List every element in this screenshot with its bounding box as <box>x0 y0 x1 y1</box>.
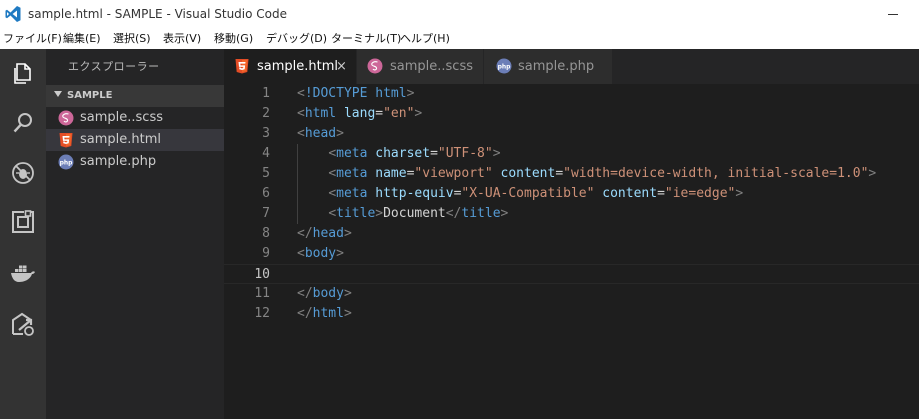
code-text: </head> <box>297 226 352 241</box>
code-text: <head> <box>297 126 344 141</box>
code-line[interactable]: 7 <title>Document</title> <box>224 204 919 224</box>
code-text: <meta http-equiv="X-UA-Compatible" conte… <box>328 186 744 201</box>
menu-file[interactable]: ファイル(F) <box>3 28 62 49</box>
window-title: sample.html - SAMPLE - Visual Studio Cod… <box>28 7 287 21</box>
line-number: 4 <box>262 146 270 161</box>
file-item-scss[interactable]: sample..scss <box>46 107 224 129</box>
editor-tab-bar: sample.html × sample..scss php sample.ph… <box>224 49 919 84</box>
svg-text:php: php <box>498 64 512 71</box>
chevron-down-icon <box>54 91 62 97</box>
minimize-button[interactable] <box>884 6 912 22</box>
html5-icon <box>235 59 249 74</box>
tab-sample-php[interactable]: php sample.php <box>484 49 612 84</box>
line-number: 12 <box>254 306 270 321</box>
code-text: <meta charset="UTF-8"> <box>328 146 501 161</box>
line-number: 2 <box>262 106 270 121</box>
activity-bar <box>0 49 46 419</box>
menu-help[interactable]: ヘルプ(H) <box>400 28 450 49</box>
code-text: </html> <box>297 306 352 321</box>
line-number: 10 <box>254 267 270 282</box>
code-text: </body> <box>297 286 352 301</box>
code-text: <html lang="en"> <box>297 106 423 121</box>
line-number: 1 <box>262 86 270 101</box>
html5-icon <box>59 133 73 148</box>
tab-label: sample..scss <box>390 59 473 74</box>
explorer-sidebar: エクスプローラー SAMPLE sample..scss sample.html… <box>46 49 224 419</box>
file-item-html[interactable]: sample.html <box>46 129 224 151</box>
code-editor[interactable]: 1 <!DOCTYPE html> 2 <html lang="en"> 3 <head>… <box>224 84 919 419</box>
menu-view[interactable]: 表示(V) <box>163 28 201 49</box>
line-number: 9 <box>262 246 270 261</box>
code-text: <body> <box>297 246 344 261</box>
file-label: sample.php <box>80 154 157 169</box>
code-line[interactable]: 10 <box>224 264 919 284</box>
explorer-header: エクスプローラー <box>68 60 160 73</box>
menu-debug[interactable]: デバッグ(D) <box>266 28 327 49</box>
code-line[interactable]: 11 </body> <box>224 284 919 304</box>
sass-icon <box>367 58 383 74</box>
code-line[interactable]: 1 <!DOCTYPE html> <box>224 84 919 104</box>
code-line[interactable]: 12 </html> <box>224 304 919 324</box>
vscode-logo-icon <box>5 6 21 22</box>
menu-go[interactable]: 移動(G) <box>214 28 253 49</box>
svg-text:php: php <box>60 160 74 167</box>
tab-label: sample.php <box>518 59 595 74</box>
extensions-icon[interactable] <box>0 199 46 245</box>
explorer-icon[interactable] <box>0 51 46 97</box>
php-icon: php <box>58 154 74 170</box>
close-icon[interactable]: × <box>336 49 347 84</box>
code-line[interactable]: 8 </head> <box>224 224 919 244</box>
menu-edit[interactable]: 編集(E) <box>63 28 101 49</box>
docker-icon[interactable] <box>0 250 46 296</box>
code-text: <!DOCTYPE html> <box>297 86 415 101</box>
menu-terminal[interactable]: ターミナル(T) <box>331 28 401 49</box>
file-label: sample..scss <box>80 110 163 125</box>
menu-bar: ファイル(F) 編集(E) 選択(S) 表示(V) 移動(G) デバッグ(D) … <box>0 28 919 49</box>
remote-deploy-icon[interactable] <box>0 301 46 347</box>
php-icon: php <box>496 58 512 74</box>
code-line[interactable]: 2 <html lang="en"> <box>224 104 919 124</box>
sass-icon <box>58 110 74 126</box>
line-number: 6 <box>262 186 270 201</box>
code-line[interactable]: 5 <meta name="viewport" content="width=d… <box>224 164 919 184</box>
code-text: <title>Document</title> <box>328 206 509 221</box>
tab-label: sample.html <box>257 59 339 74</box>
code-line[interactable]: 6 <meta http-equiv="X-UA-Compatible" con… <box>224 184 919 204</box>
code-line[interactable]: 4 <meta charset="UTF-8"> <box>224 144 919 164</box>
line-number: 3 <box>262 126 270 141</box>
code-text: <meta name="viewport" content="width=dev… <box>328 166 877 181</box>
code-line[interactable]: 3 <head> <box>224 124 919 144</box>
folder-label: SAMPLE <box>67 90 113 101</box>
title-bar: sample.html - SAMPLE - Visual Studio Cod… <box>0 0 919 28</box>
menu-selection[interactable]: 選択(S) <box>113 28 151 49</box>
line-number: 8 <box>262 226 270 241</box>
line-number: 5 <box>262 166 270 181</box>
tab-sample-html[interactable]: sample.html × <box>224 49 356 84</box>
line-number: 11 <box>254 286 270 301</box>
search-icon[interactable] <box>0 100 46 146</box>
code-line[interactable]: 9 <body> <box>224 244 919 264</box>
line-number: 7 <box>262 206 270 221</box>
folder-sample[interactable]: SAMPLE <box>46 85 224 107</box>
debug-icon[interactable] <box>0 150 46 196</box>
file-label: sample.html <box>80 132 162 147</box>
tab-sample-scss[interactable]: sample..scss <box>357 49 483 84</box>
file-item-php[interactable]: php sample.php <box>46 151 224 173</box>
